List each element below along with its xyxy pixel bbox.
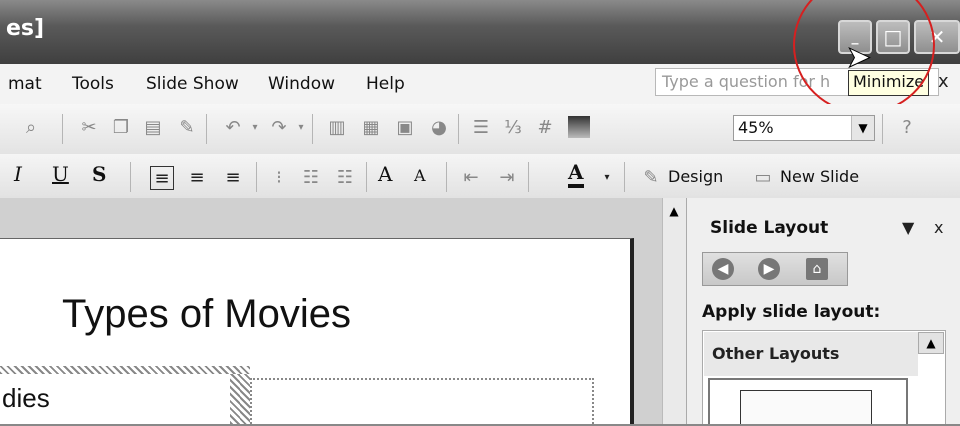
- layouts-scroll-up-icon[interactable]: ▲: [918, 332, 944, 354]
- research-icon[interactable]: ⌕: [20, 116, 42, 138]
- content-placeholder[interactable]: [250, 378, 594, 426]
- toolbar-separator: [366, 162, 367, 192]
- insert-diagram-icon[interactable]: ◕: [428, 116, 450, 138]
- grow-font-button[interactable]: A: [378, 162, 392, 186]
- expand-all-icon[interactable]: ☰: [470, 116, 492, 138]
- slide-bullet-text[interactable]: dies: [2, 383, 50, 414]
- scroll-up-icon[interactable]: ▲: [665, 202, 683, 220]
- zoom-dropdown-icon[interactable]: ▼: [851, 116, 874, 140]
- toolbar-separator: [312, 114, 313, 144]
- format-painter-icon[interactable]: ✎: [176, 116, 198, 138]
- design-icon: ✎: [643, 166, 659, 188]
- redo-icon[interactable]: ↷: [268, 116, 290, 138]
- task-pane-menu-icon[interactable]: ▼: [902, 218, 914, 237]
- undo-icon[interactable]: ↶: [222, 116, 244, 138]
- help-icon[interactable]: ?: [896, 116, 918, 138]
- paste-icon[interactable]: ▤: [142, 116, 164, 138]
- menu-window[interactable]: Window: [268, 74, 335, 94]
- numbering-icon[interactable]: ⁝: [268, 166, 290, 188]
- show-formatting-icon[interactable]: ⅓: [502, 116, 524, 138]
- font-color-button[interactable]: A: [568, 160, 584, 188]
- toolbar-separator: [256, 162, 257, 192]
- back-icon[interactable]: ◀: [712, 258, 734, 280]
- redo-dropdown-icon[interactable]: ▾: [290, 116, 312, 138]
- shrink-font-button[interactable]: A: [414, 166, 426, 185]
- toolbar-separator: [458, 114, 459, 144]
- increase-indent-icon[interactable]: ⇥: [496, 166, 518, 188]
- toolbar-separator: [206, 114, 207, 144]
- forward-icon[interactable]: ▶: [758, 258, 780, 280]
- color-grayscale-icon[interactable]: ■: [568, 116, 590, 138]
- task-pane-title: Slide Layout: [710, 218, 829, 238]
- grid-icon[interactable]: #: [534, 116, 556, 138]
- toolbar-separator: [882, 114, 883, 144]
- bullets-icon[interactable]: ☷: [300, 166, 322, 188]
- shadow-button[interactable]: S: [92, 162, 106, 186]
- copy-icon[interactable]: ❐: [110, 116, 132, 138]
- slide-title[interactable]: Types of Movies: [62, 292, 351, 337]
- new-slide-icon: ▭: [754, 166, 772, 188]
- design-button[interactable]: Design: [668, 167, 723, 186]
- app-window: es] _ □ ✕ mat Tools Slide Show Window He…: [0, 0, 960, 426]
- menu-help[interactable]: Help: [366, 74, 405, 94]
- help-close-icon[interactable]: x: [938, 71, 949, 92]
- toolbar-separator: [446, 162, 447, 192]
- align-left-icon[interactable]: ≡: [150, 166, 174, 190]
- toolbar-separator: [130, 162, 131, 192]
- task-pane-close-icon[interactable]: x: [934, 218, 943, 237]
- insert-table-icon[interactable]: ▦: [360, 116, 382, 138]
- slide-vertical-scrollbar[interactable]: ▲: [662, 198, 687, 426]
- menu-slide-show[interactable]: Slide Show: [146, 74, 239, 94]
- toolbar-separator: [528, 162, 529, 192]
- font-color-dropdown-icon[interactable]: ▾: [596, 166, 618, 188]
- align-right-icon[interactable]: ≡: [222, 166, 244, 188]
- bullets-alt-icon[interactable]: ☷: [334, 166, 356, 188]
- window-title: es]: [6, 16, 45, 41]
- cut-icon[interactable]: ✂: [78, 116, 100, 138]
- new-slide-button[interactable]: New Slide: [780, 167, 859, 186]
- menu-tools[interactable]: Tools: [72, 74, 114, 94]
- italic-button[interactable]: I: [14, 162, 22, 186]
- mouse-pointer-icon: ➤: [845, 40, 872, 76]
- toolbar-separator: [624, 162, 625, 192]
- home-icon[interactable]: ⌂: [806, 258, 828, 280]
- decrease-indent-icon[interactable]: ⇤: [460, 166, 482, 188]
- insert-chart-icon[interactable]: ▥: [326, 116, 348, 138]
- layout-thumbnail-preview: [740, 390, 872, 426]
- underline-button[interactable]: U: [52, 162, 69, 186]
- undo-dropdown-icon[interactable]: ▾: [244, 116, 266, 138]
- toolbar-separator: [62, 114, 63, 144]
- align-center-icon[interactable]: ≡: [186, 166, 208, 188]
- insert-picture-icon[interactable]: ▣: [394, 116, 416, 138]
- menu-format[interactable]: mat: [8, 74, 42, 94]
- other-layouts-label: Other Layouts: [712, 344, 840, 363]
- apply-layout-label: Apply slide layout:: [702, 302, 881, 322]
